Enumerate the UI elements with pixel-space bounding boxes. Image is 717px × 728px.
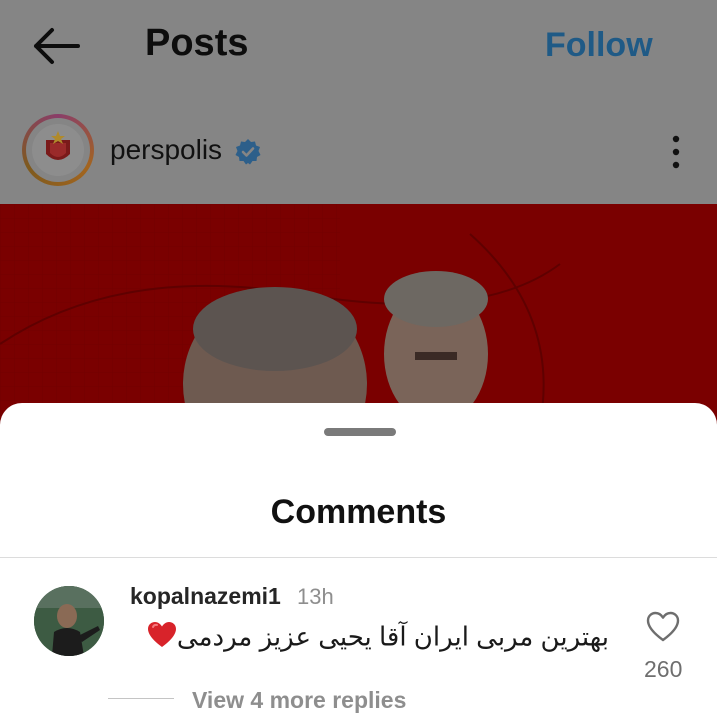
top-bar: Posts Follow (0, 0, 717, 100)
comments-title: Comments (270, 493, 447, 531)
post-header: perspolis (0, 100, 717, 204)
club-logo (32, 124, 84, 176)
replies-line (108, 698, 174, 699)
like-count: 260 (644, 656, 683, 682)
comment-time: 13h (297, 584, 334, 609)
page-title: Posts (145, 22, 249, 64)
comment-body: بهترین مربی ایران آقا یحیی عزیز مردمی (176, 621, 609, 652)
comments-sheet: Comments kopalnazemi1 13h بهترین مربی ای… (0, 403, 717, 728)
verified-badge-icon (235, 139, 261, 165)
follow-button[interactable]: Follow (545, 26, 653, 65)
heart-emoji-icon (147, 621, 177, 656)
view-replies-button[interactable]: View 4 more replies (192, 687, 406, 714)
more-vertical-icon (672, 135, 680, 169)
heart-outline-icon (646, 611, 680, 642)
comment-username[interactable]: kopalnazemi1 (130, 583, 281, 610)
like-button[interactable] (646, 611, 680, 643)
drag-handle[interactable] (324, 428, 396, 436)
post-avatar[interactable] (22, 114, 94, 186)
comment-text: بهترین مربی ایران آقا یحیی عزیز مردمی (147, 621, 609, 656)
more-options-button[interactable] (664, 134, 688, 174)
post-username[interactable]: perspolis (110, 134, 222, 166)
arrow-left-icon (34, 28, 80, 64)
divider (0, 557, 717, 558)
post-image (0, 204, 717, 424)
comment-avatar[interactable] (34, 586, 104, 656)
back-button[interactable] (30, 26, 82, 66)
